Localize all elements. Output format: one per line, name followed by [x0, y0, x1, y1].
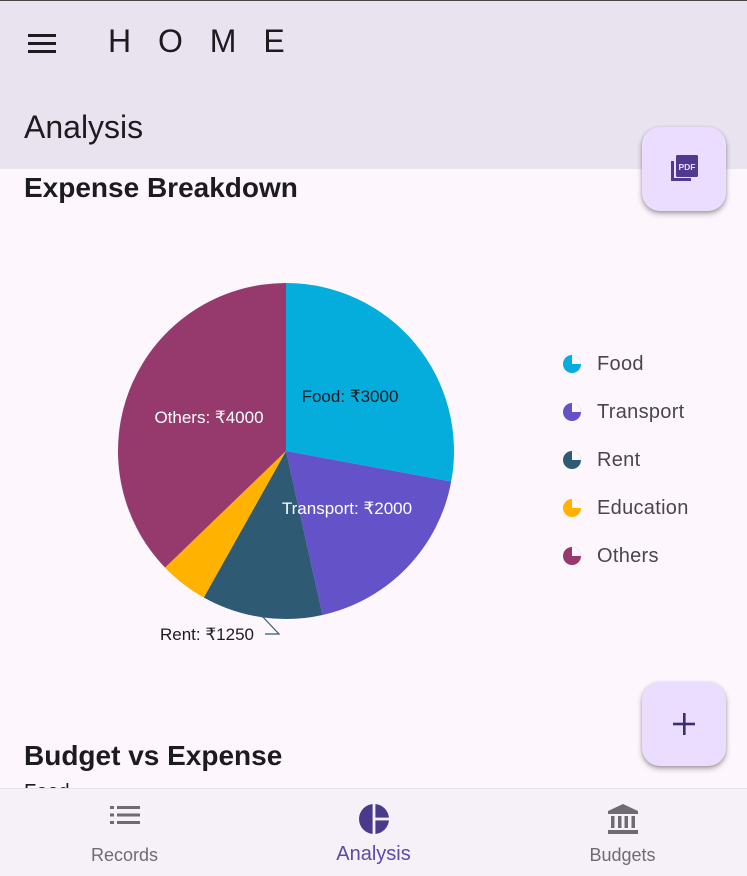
app-bar: H O M E Analysis [0, 1, 747, 169]
nav-label: Analysis [336, 843, 411, 865]
pie-icon [563, 451, 581, 469]
legend-item-education: Education [562, 484, 689, 532]
app-title: H O M E [108, 23, 294, 59]
nav-budgets[interactable]: Budgets [498, 789, 747, 876]
export-pdf-button[interactable]: PDF [642, 127, 726, 211]
legend-label: Rent [597, 448, 641, 471]
pie-slice-food [286, 283, 455, 482]
pie-label-transport: Transport: ₹2000 [282, 499, 412, 518]
pdf-icon: PDF [671, 155, 698, 181]
legend-item-transport: Transport [562, 388, 689, 436]
legend-label: Education [597, 496, 689, 519]
plus-icon [673, 713, 695, 735]
nav-label: Records [90, 845, 159, 865]
pie-icon [563, 403, 581, 421]
pie-chart-icon [358, 803, 390, 835]
expense-pie-chart: Food: ₹3000 Transport: ₹2000 Rent: ₹1250 Ot… [0, 220, 560, 680]
svg-text:PDF: PDF [679, 162, 696, 172]
expense-breakdown-heading: Expense Breakdown [24, 172, 298, 203]
list-icon [109, 806, 140, 824]
pie-icon [563, 499, 581, 517]
pie-chart-svg: Food: ₹3000 Transport: ₹2000 Rent: ₹1250 Ot… [118, 283, 455, 644]
pie-label-food: Food: ₹3000 [302, 387, 399, 406]
add-expense-button[interactable] [642, 682, 726, 766]
nav-label: Budgets [589, 845, 656, 865]
menu-icon[interactable] [20, 25, 64, 63]
legend-item-food: Food [562, 340, 689, 388]
legend-label: Food [597, 352, 644, 375]
pie-label-rent: Rent: ₹1250 [160, 625, 254, 644]
legend-item-rent: Rent [562, 436, 689, 484]
legend-label: Transport [597, 400, 685, 423]
bottom-navigation: Records Analysis Budgets [0, 788, 747, 876]
section-title: Analysis [24, 109, 144, 145]
nav-records[interactable]: Records [0, 789, 249, 876]
chart-legend: Food Transport Rent Education Others [562, 340, 689, 580]
legend-label: Others [597, 544, 659, 567]
legend-item-others: Others [562, 532, 689, 580]
nav-analysis[interactable]: Analysis [249, 789, 498, 876]
pie-icon [563, 547, 581, 565]
pie-icon [563, 355, 581, 373]
bank-icon [607, 804, 638, 834]
pie-label-others: Others: ₹4000 [154, 408, 263, 427]
budget-vs-expense-heading: Budget vs Expense [24, 740, 283, 771]
